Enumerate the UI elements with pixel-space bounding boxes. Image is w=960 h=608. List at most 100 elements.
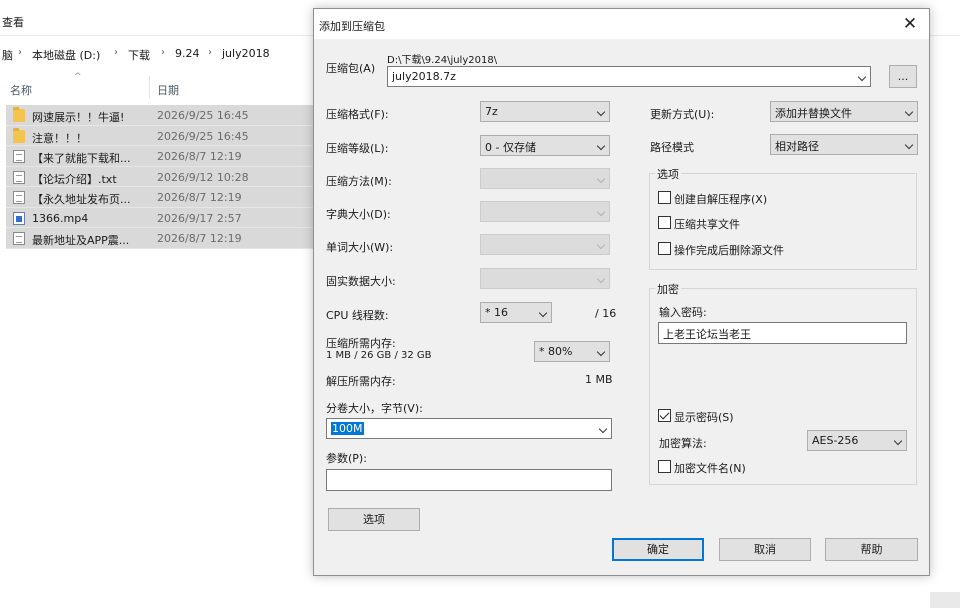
chevron-down-icon[interactable] xyxy=(857,72,867,82)
breadcrumb-separator-icon: › xyxy=(18,47,22,58)
file-date: 2026/8/7 12:19 xyxy=(157,232,242,245)
compress-shared-label: 压缩共享文件 xyxy=(674,218,740,231)
dictionary-select xyxy=(480,201,610,222)
split-volume-label: 分卷大小，字节(V): xyxy=(326,402,423,415)
file-row[interactable]: 网速展示！！牛逼! 2026/9/25 16:45 xyxy=(6,105,320,126)
checkbox-checked-icon[interactable] xyxy=(658,409,671,422)
password-value: 上老王论坛当老王 xyxy=(663,328,751,341)
file-name: 【来了就能下载和... xyxy=(32,152,131,165)
archive-name-combobox[interactable]: july2018.7z xyxy=(387,66,871,87)
chevron-down-icon[interactable] xyxy=(596,347,606,357)
compress-shared-checkbox[interactable]: 压缩共享文件 xyxy=(658,215,858,231)
chevron-down-icon xyxy=(596,240,606,250)
video-icon xyxy=(13,211,25,225)
update-mode-select[interactable]: 添加并替换文件 xyxy=(770,101,918,122)
breadcrumb-drive[interactable]: 本地磁盘 (D:) xyxy=(32,47,100,63)
chevron-down-icon xyxy=(596,274,606,284)
ok-button[interactable]: 确定 xyxy=(612,538,704,561)
word-size-label: 单词大小(W): xyxy=(326,241,394,254)
memory-usage-select[interactable]: * 80% xyxy=(534,341,610,362)
checkbox-unchecked-icon[interactable] xyxy=(658,460,671,473)
encryption-method-select[interactable]: AES-256 xyxy=(807,430,907,451)
file-row[interactable]: 注意！！！ 2026/9/25 16:45 xyxy=(6,125,320,146)
chevron-down-icon xyxy=(596,174,606,184)
checkbox-unchecked-icon[interactable] xyxy=(658,191,671,204)
method-label: 压缩方法(M): xyxy=(326,175,392,188)
file-row[interactable]: 【来了就能下载和... 2026/8/7 12:19 xyxy=(6,146,320,167)
parameters-label: 参数(P): xyxy=(326,452,367,465)
document-icon xyxy=(13,150,25,163)
column-header-name[interactable]: 名称 xyxy=(10,82,32,98)
format-label: 压缩格式(F): xyxy=(326,108,389,121)
chevron-down-icon[interactable] xyxy=(904,107,914,117)
update-mode-value: 添加并替换文件 xyxy=(775,107,852,120)
horizontal-scrollbar[interactable] xyxy=(930,592,960,608)
breadcrumb-lead[interactable]: 脑 xyxy=(2,47,13,63)
file-row[interactable]: 【永久地址发布页... 2026/8/7 12:19 xyxy=(6,187,320,208)
split-volume-combobox[interactable]: 100M xyxy=(326,418,612,439)
file-date: 2026/9/25 16:45 xyxy=(157,109,249,122)
password-input[interactable]: 上老王论坛当老王 xyxy=(658,322,907,344)
chevron-down-icon[interactable] xyxy=(596,141,606,151)
breadcrumb-folder-924[interactable]: 9.24 xyxy=(175,47,200,60)
breadcrumb-separator-icon: › xyxy=(161,47,165,58)
ribbon-tab-view[interactable]: 查看 xyxy=(2,14,24,30)
options-button[interactable]: 选项 xyxy=(328,508,420,531)
chevron-down-icon[interactable] xyxy=(596,107,606,117)
breadcrumb-folder-july2018[interactable]: july2018 xyxy=(222,47,270,60)
chevron-down-icon[interactable] xyxy=(904,140,914,150)
breadcrumb-separator-icon: › xyxy=(208,47,212,58)
file-row[interactable]: 1366.mp4 2026/9/17 2:57 xyxy=(6,207,320,228)
folder-icon xyxy=(13,107,25,122)
level-select[interactable]: 0 - 仅存储 xyxy=(480,135,610,156)
create-sfx-label: 创建自解压程序(X) xyxy=(674,193,768,206)
encrypt-filenames-label: 加密文件名(N) xyxy=(674,462,746,475)
archive-name-value: july2018.7z xyxy=(392,70,456,83)
decompression-memory-value: 1 MB xyxy=(585,373,613,386)
show-password-checkbox[interactable]: 显示密码(S) xyxy=(658,408,858,424)
level-value: 0 - 仅存储 xyxy=(485,141,536,154)
cpu-threads-value: * 16 xyxy=(485,306,508,319)
cancel-button[interactable]: 取消 xyxy=(719,538,811,561)
checkbox-unchecked-icon[interactable] xyxy=(658,216,671,229)
path-mode-select[interactable]: 相对路径 xyxy=(770,134,918,155)
dialog-title: 添加到压缩包 xyxy=(319,20,385,33)
file-list-header: ^ 名称 日期 xyxy=(0,72,320,102)
document-icon xyxy=(13,232,25,245)
level-label: 压缩等级(L): xyxy=(326,142,389,155)
add-to-archive-dialog: 添加到压缩包 ✕ 压缩包(A) D:\下载\9.24\july2018\ jul… xyxy=(313,8,930,576)
decompression-memory-label: 解压所需内存: xyxy=(326,375,396,388)
update-mode-label: 更新方式(U): xyxy=(650,108,715,121)
close-icon[interactable]: ✕ xyxy=(897,12,923,36)
breadcrumb-downloads[interactable]: 下载 xyxy=(128,47,150,63)
cpu-threads-select[interactable]: * 16 xyxy=(480,302,552,323)
format-select[interactable]: 7z xyxy=(480,101,610,122)
help-button[interactable]: 帮助 xyxy=(825,538,918,561)
chevron-down-icon[interactable] xyxy=(538,308,548,318)
path-mode-value: 相对路径 xyxy=(775,140,819,153)
file-name: 【论坛介绍】.txt xyxy=(32,172,117,186)
file-row[interactable]: 最新地址及APP震... 2026/8/7 12:19 xyxy=(6,228,320,249)
document-icon xyxy=(13,170,25,184)
file-row[interactable]: 【论坛介绍】.txt 2026/9/12 10:28 xyxy=(6,166,320,187)
solid-size-select xyxy=(480,268,610,289)
file-date: 2026/8/7 12:19 xyxy=(157,191,242,204)
format-value: 7z xyxy=(485,105,498,118)
browse-button[interactable]: ... xyxy=(889,65,917,88)
path-mode-label: 路径模式 xyxy=(650,141,694,154)
dialog-titlebar[interactable]: 添加到压缩包 ✕ xyxy=(314,9,929,39)
password-label: 输入密码: xyxy=(659,306,707,319)
chevron-down-icon[interactable] xyxy=(598,424,608,434)
column-header-date[interactable]: 日期 xyxy=(157,82,179,98)
delete-after-checkbox[interactable]: 操作完成后删除源文件 xyxy=(658,241,858,257)
create-sfx-checkbox[interactable]: 创建自解压程序(X) xyxy=(658,190,858,206)
encrypt-filenames-checkbox[interactable]: 加密文件名(N) xyxy=(658,459,858,475)
file-name: 【永久地址发布页... xyxy=(32,193,131,206)
column-divider[interactable] xyxy=(149,76,150,98)
chevron-down-icon xyxy=(596,207,606,217)
file-name: 网速展示！！牛逼! xyxy=(32,111,125,124)
delete-after-label: 操作完成后删除源文件 xyxy=(674,244,784,257)
chevron-down-icon[interactable] xyxy=(893,436,903,446)
parameters-input[interactable] xyxy=(326,469,612,491)
checkbox-unchecked-icon[interactable] xyxy=(658,242,671,255)
